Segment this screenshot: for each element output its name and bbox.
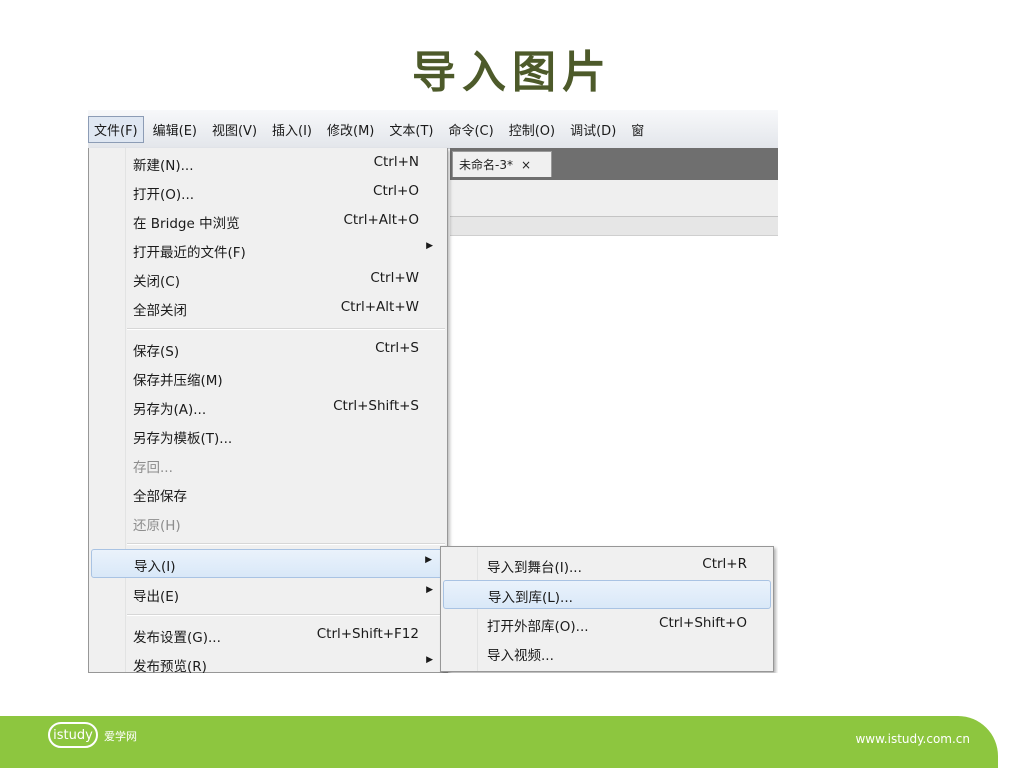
import-submenu: 导入到舞台(I)... Ctrl+R 导入到库(L)... 打开外部库(O)..… — [440, 546, 774, 672]
menu-item-label: 在 Bridge 中浏览 — [133, 216, 240, 232]
menu-item-save[interactable]: 保存(S) Ctrl+S — [89, 334, 447, 363]
menu-item-import-to-stage[interactable]: 导入到舞台(I)... Ctrl+R — [441, 550, 773, 579]
menu-item-shortcut: Ctrl+R — [702, 556, 747, 572]
menu-item-open-external-library[interactable]: 打开外部库(O)... Ctrl+Shift+O — [441, 609, 773, 638]
menu-item-label: 导入(I) — [134, 559, 176, 575]
menu-item-label: 打开外部库(O)... — [487, 619, 589, 635]
menu-item-publish-preview[interactable]: 发布预览(R) ▶ — [89, 649, 447, 673]
menu-item-shortcut: Ctrl+S — [375, 340, 419, 356]
menu-item-revert: 还原(H) — [89, 508, 447, 537]
document-tab[interactable]: 未命名-3* × — [452, 151, 552, 177]
menu-insert[interactable]: 插入(I) — [266, 116, 318, 143]
menu-edit[interactable]: 编辑(E) — [147, 116, 203, 143]
menu-separator — [127, 614, 445, 616]
logo-caption: 爱学网 — [104, 730, 137, 743]
menu-item-label: 打开(O)... — [133, 187, 195, 203]
menu-item-check-in: 存回... — [89, 450, 447, 479]
menu-commands[interactable]: 命令(C) — [442, 116, 499, 143]
menu-item-label: 另存为(A)... — [133, 402, 207, 418]
menu-item-shortcut: Ctrl+Shift+F12 — [316, 626, 419, 642]
menu-item-close[interactable]: 关闭(C) Ctrl+W — [89, 264, 447, 293]
menu-separator — [127, 543, 445, 545]
menu-item-shortcut: Ctrl+Shift+O — [659, 615, 747, 631]
menu-item-import-to-library[interactable]: 导入到库(L)... — [443, 580, 771, 609]
document-tab-label: 未命名-3* — [459, 158, 513, 172]
menu-item-label: 发布设置(G)... — [133, 630, 221, 646]
menu-item-save-as[interactable]: 另存为(A)... Ctrl+Shift+S — [89, 392, 447, 421]
menu-item-label: 关闭(C) — [133, 274, 180, 290]
menu-item-close-all[interactable]: 全部关闭 Ctrl+Alt+W — [89, 293, 447, 322]
footer-url: www.istudy.com.cn — [855, 732, 970, 746]
close-icon[interactable]: × — [521, 158, 531, 172]
menu-item-label: 保存(S) — [133, 344, 180, 360]
document-tab-strip: 未命名-3* × — [450, 148, 778, 180]
slide-title: 导入图片 — [412, 47, 612, 98]
menu-item-export[interactable]: 导出(E) ▶ — [89, 579, 447, 608]
menu-item-label: 新建(N)... — [133, 158, 194, 174]
menu-item-save-as-template[interactable]: 另存为模板(T)... — [89, 421, 447, 450]
menu-item-import[interactable]: 导入(I) ▶ — [91, 549, 445, 578]
menu-item-label: 导入到舞台(I)... — [487, 560, 582, 576]
menu-window[interactable]: 窗 — [625, 116, 650, 143]
menu-item-label: 保存并压缩(M) — [133, 373, 223, 389]
menu-item-shortcut: Ctrl+W — [370, 270, 419, 286]
footer-bar: istudy 爱学网 www.istudy.com.cn — [0, 716, 998, 768]
menu-item-publish-settings[interactable]: 发布设置(G)... Ctrl+Shift+F12 — [89, 620, 447, 649]
submenu-arrow-icon: ▶ — [426, 585, 433, 595]
menu-item-new[interactable]: 新建(N)... Ctrl+N — [89, 148, 447, 177]
edit-bar — [450, 180, 778, 217]
menu-item-label: 全部关闭 — [133, 303, 187, 319]
menu-item-save-all[interactable]: 全部保存 — [89, 479, 447, 508]
menu-item-label: 还原(H) — [133, 518, 181, 534]
menu-item-save-and-compact[interactable]: 保存并压缩(M) — [89, 363, 447, 392]
menu-item-label: 导入到库(L)... — [488, 590, 573, 606]
menu-modify[interactable]: 修改(M) — [321, 116, 380, 143]
menu-item-label: 打开最近的文件(F) — [133, 245, 246, 261]
file-menu: 新建(N)... Ctrl+N 打开(O)... Ctrl+O 在 Bridge… — [88, 148, 448, 673]
menu-debug[interactable]: 调试(D) — [564, 116, 622, 143]
timeline-header — [450, 217, 778, 236]
submenu-arrow-icon: ▶ — [425, 555, 432, 565]
menu-item-open[interactable]: 打开(O)... Ctrl+O — [89, 177, 447, 206]
menu-view[interactable]: 视图(V) — [206, 116, 263, 143]
menu-item-shortcut: Ctrl+Alt+W — [340, 299, 419, 315]
menu-item-import-video[interactable]: 导入视频... — [441, 638, 773, 667]
submenu-arrow-icon: ▶ — [426, 241, 433, 251]
menu-separator — [127, 328, 445, 330]
menu-file[interactable]: 文件(F) — [88, 115, 144, 143]
menu-control[interactable]: 控制(O) — [503, 116, 561, 143]
istudy-logo: istudy — [48, 722, 98, 748]
menu-item-browse-in-bridge[interactable]: 在 Bridge 中浏览 Ctrl+Alt+O — [89, 206, 447, 235]
menu-item-label: 全部保存 — [133, 489, 187, 505]
menu-item-label: 发布预览(R) — [133, 659, 207, 673]
menu-item-shortcut: Ctrl+Alt+O — [343, 212, 419, 228]
submenu-arrow-icon: ▶ — [426, 655, 433, 665]
menu-item-label: 导入视频... — [487, 648, 554, 664]
menu-bar: 文件(F) 编辑(E) 视图(V) 插入(I) 修改(M) 文本(T) 命令(C… — [88, 110, 778, 149]
app-screenshot: 文件(F) 编辑(E) 视图(V) 插入(I) 修改(M) 文本(T) 命令(C… — [88, 110, 778, 673]
menu-item-label: 导出(E) — [133, 589, 180, 605]
menu-item-shortcut: Ctrl+O — [373, 183, 419, 199]
menu-item-shortcut: Ctrl+N — [373, 154, 419, 170]
menu-item-label: 另存为模板(T)... — [133, 431, 233, 447]
menu-item-label: 存回... — [133, 460, 173, 476]
menu-item-shortcut: Ctrl+Shift+S — [333, 398, 419, 414]
menu-item-open-recent[interactable]: 打开最近的文件(F) ▶ — [89, 235, 447, 264]
menu-text[interactable]: 文本(T) — [383, 116, 439, 143]
